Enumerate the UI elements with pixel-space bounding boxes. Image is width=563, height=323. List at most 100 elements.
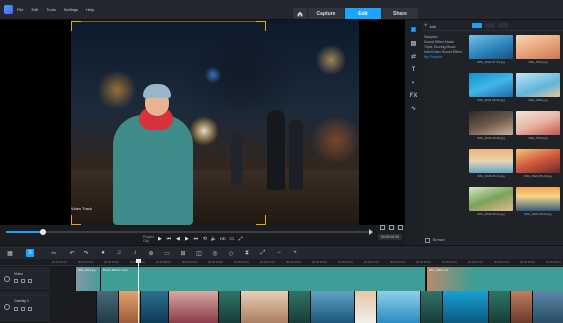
track-mute-icon[interactable]	[21, 307, 25, 311]
instant-project-icon[interactable]: ▤	[410, 40, 417, 47]
library-thumbnail[interactable]: IMG_2024-05-02.jpg	[516, 187, 560, 217]
filter-icon[interactable]: FX	[410, 92, 418, 99]
library-thumbnail[interactable]: IMG_2024-05-11.jpg	[469, 187, 513, 217]
menu-tools[interactable]: Tools	[46, 7, 55, 12]
title-icon[interactable]: T	[410, 66, 417, 73]
folder-item-my-projects[interactable]: My Projects	[424, 55, 469, 60]
project-label[interactable]: Project	[143, 235, 154, 239]
media-icon[interactable]: ▣	[410, 26, 417, 33]
zoom-out-icon[interactable]: −	[275, 249, 283, 257]
timeline-clip[interactable]	[140, 291, 168, 323]
timeline-playhead[interactable]	[136, 259, 141, 323]
scrubber-handle[interactable]	[39, 229, 46, 235]
timeline-clip[interactable]	[168, 291, 218, 323]
track-ripple-icon[interactable]	[28, 279, 32, 283]
step-back-icon[interactable]: ◀	[175, 236, 181, 242]
path-icon[interactable]: ∿	[410, 105, 417, 112]
sound-mixer-icon[interactable]: ♫	[115, 249, 123, 257]
timeline-clip[interactable]	[310, 291, 354, 323]
timeline-clip[interactable]	[218, 291, 240, 323]
browse-icon[interactable]	[425, 237, 430, 243]
overlay-track-lane[interactable]	[50, 291, 563, 323]
timeline-clip[interactable]	[532, 291, 563, 323]
library-thumbnail[interactable]: IMG_2024-05-19.jpg	[516, 149, 560, 179]
step-forward-icon[interactable]: ▶	[184, 236, 190, 242]
library-thumbnail[interactable]: IMG_2024-06-08.jpg	[469, 111, 513, 141]
timeline-clip[interactable]	[488, 291, 510, 323]
crop-handle-bottom-left[interactable]	[71, 215, 81, 225]
redo-icon[interactable]: ↷	[82, 249, 90, 257]
library-thumbnail[interactable]: IMG_2024-06-02.jpg	[469, 73, 513, 103]
zoom-fit-icon[interactable]: ⤢	[259, 249, 267, 257]
volume-icon[interactable]: 🔈	[211, 236, 217, 242]
timeline-ruler[interactable]: 00:00:00:00 00:00:02:00 00:00:04:00 00:00:0…	[0, 259, 563, 266]
timeline-clip[interactable]	[442, 291, 488, 323]
track-lock-icon[interactable]	[14, 279, 18, 283]
timeline-view-icon[interactable]: ≡	[26, 249, 34, 257]
fullscreen-icon[interactable]: ⤢	[238, 236, 244, 242]
3d-title-icon[interactable]: ◇	[227, 249, 235, 257]
record-icon[interactable]: ●	[99, 249, 107, 257]
filter-video-icon[interactable]	[472, 23, 482, 28]
timeline-clip[interactable]	[288, 291, 310, 323]
filter-audio-icon[interactable]	[498, 23, 508, 28]
scrubber-end-marker[interactable]	[369, 229, 373, 235]
skip-to-start-icon[interactable]: ⏮	[166, 236, 172, 242]
library-thumbnail[interactable]: IMG_4481.jpg	[516, 73, 560, 103]
hd-toggle[interactable]: HD	[220, 236, 226, 241]
menu-settings[interactable]: Settings	[64, 7, 78, 12]
track-visibility-icon[interactable]	[4, 276, 10, 282]
track-lock-icon[interactable]	[14, 307, 18, 311]
timeline-clip[interactable]	[376, 291, 420, 323]
timeline-clip[interactable]	[96, 291, 118, 323]
crop-handle-top-left[interactable]	[71, 21, 81, 31]
motion-tracking-icon[interactable]: ⊕	[147, 249, 155, 257]
library-thumbnail[interactable]: IMG_3702.jpg	[516, 111, 560, 141]
mask-icon[interactable]: ◎	[211, 249, 219, 257]
trim-in-icon[interactable]	[380, 225, 385, 230]
add-folder-button[interactable]: + Add	[424, 23, 436, 29]
skip-to-end-icon[interactable]: ⏭	[193, 236, 199, 242]
auto-music-icon[interactable]: ♪	[131, 249, 139, 257]
clip-label[interactable]: Clip	[143, 239, 154, 243]
crop-handle-top-right[interactable]	[256, 21, 266, 31]
timeline-clip[interactable]: Beach-BEACH.mp4	[100, 267, 425, 291]
timeline-clip[interactable]	[240, 291, 288, 323]
graphics-icon[interactable]: ◐	[410, 79, 417, 86]
subtitle-icon[interactable]: ▭	[163, 249, 171, 257]
timecode-display[interactable]: 00:00:01:00	[378, 234, 402, 240]
tab-edit[interactable]: Edit	[345, 8, 381, 19]
library-thumbnail[interactable]: IMG_2024-07-01.jpg	[469, 35, 513, 65]
timeline-clip[interactable]	[510, 291, 532, 323]
time-remap-icon[interactable]: ⧗	[243, 249, 251, 257]
browse-label[interactable]: Browse	[433, 238, 445, 242]
multicam-icon[interactable]: ⊞	[179, 249, 187, 257]
filter-photo-icon[interactable]	[485, 23, 495, 28]
transition-icon[interactable]: ⇄	[410, 53, 417, 60]
tools-icon[interactable]: ✂	[50, 249, 58, 257]
tab-home[interactable]	[293, 8, 307, 19]
video-player[interactable]: Video Track	[0, 20, 405, 225]
aspect-ratio-icon[interactable]: ▭	[229, 236, 235, 242]
timeline-clip[interactable]	[420, 291, 442, 323]
menu-edit[interactable]: Edit	[31, 7, 38, 12]
track-ripple-icon[interactable]	[28, 307, 32, 311]
repeat-icon[interactable]: ⟲	[202, 236, 208, 242]
snapshot-icon[interactable]	[398, 225, 403, 230]
track-visibility-icon[interactable]	[4, 304, 10, 310]
tab-capture[interactable]: Capture	[308, 8, 344, 19]
play-icon[interactable]: ▶	[157, 236, 163, 242]
scrubber-bar[interactable]	[6, 229, 371, 235]
split-screen-icon[interactable]: ◫	[195, 249, 203, 257]
timeline-clip[interactable]	[118, 291, 140, 323]
storyboard-view-icon[interactable]: ▦	[6, 249, 14, 257]
track-mute-icon[interactable]	[21, 279, 25, 283]
menu-file[interactable]: File	[17, 7, 23, 12]
timeline-clip[interactable]: IMG_4481.mp4	[426, 267, 563, 291]
library-thumbnail[interactable]: IMG_5762.jpg	[516, 35, 560, 65]
video-track-lane[interactable]: IMG_2024.jpg Beach-BEACH.mp4 IMG_4481.mp…	[50, 267, 563, 291]
timeline-clip[interactable]	[354, 291, 376, 323]
undo-icon[interactable]: ↶	[68, 249, 76, 257]
library-thumbnail[interactable]: IMG_2024-05-21.jpg	[469, 149, 513, 179]
zoom-in-icon[interactable]: +	[291, 249, 299, 257]
